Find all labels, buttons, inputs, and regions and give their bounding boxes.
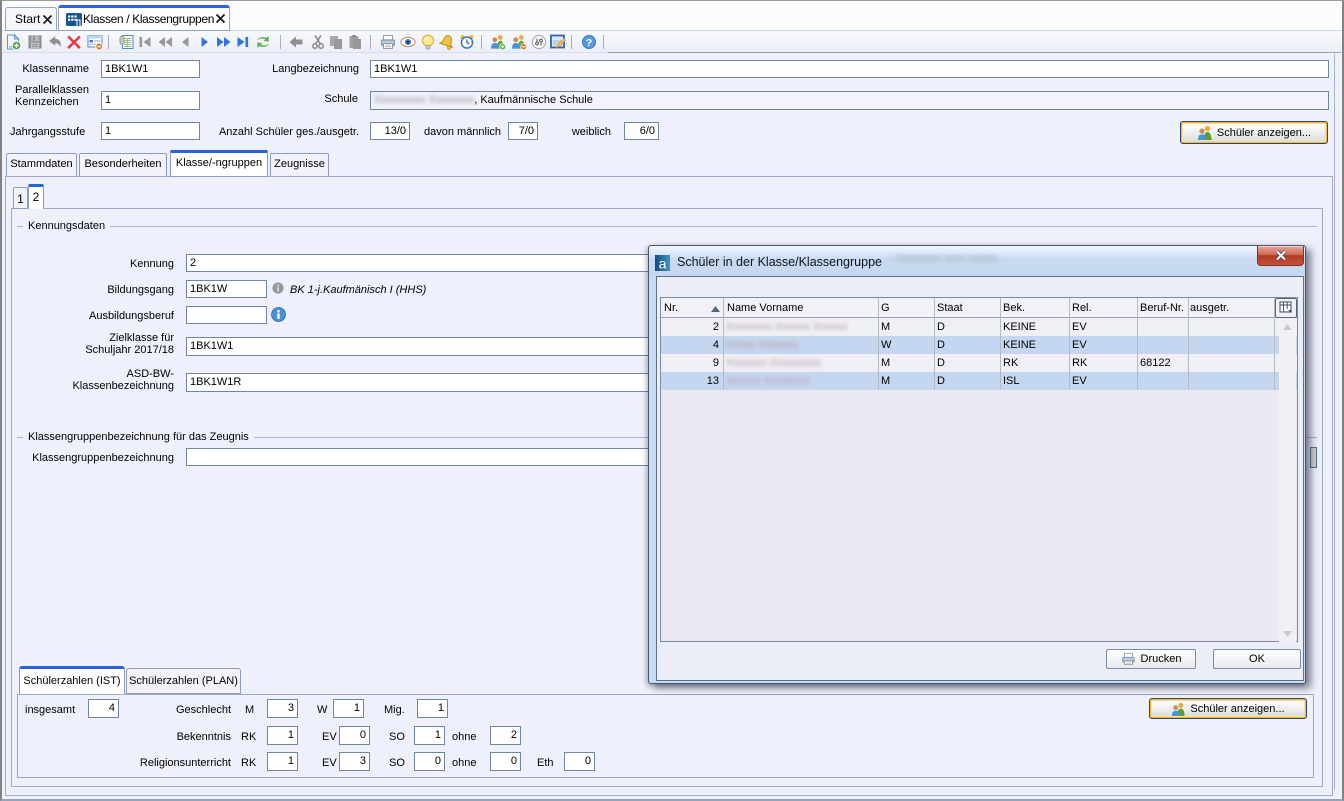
svg-text:?: ? bbox=[586, 37, 592, 49]
svg-text:a: a bbox=[659, 256, 667, 272]
